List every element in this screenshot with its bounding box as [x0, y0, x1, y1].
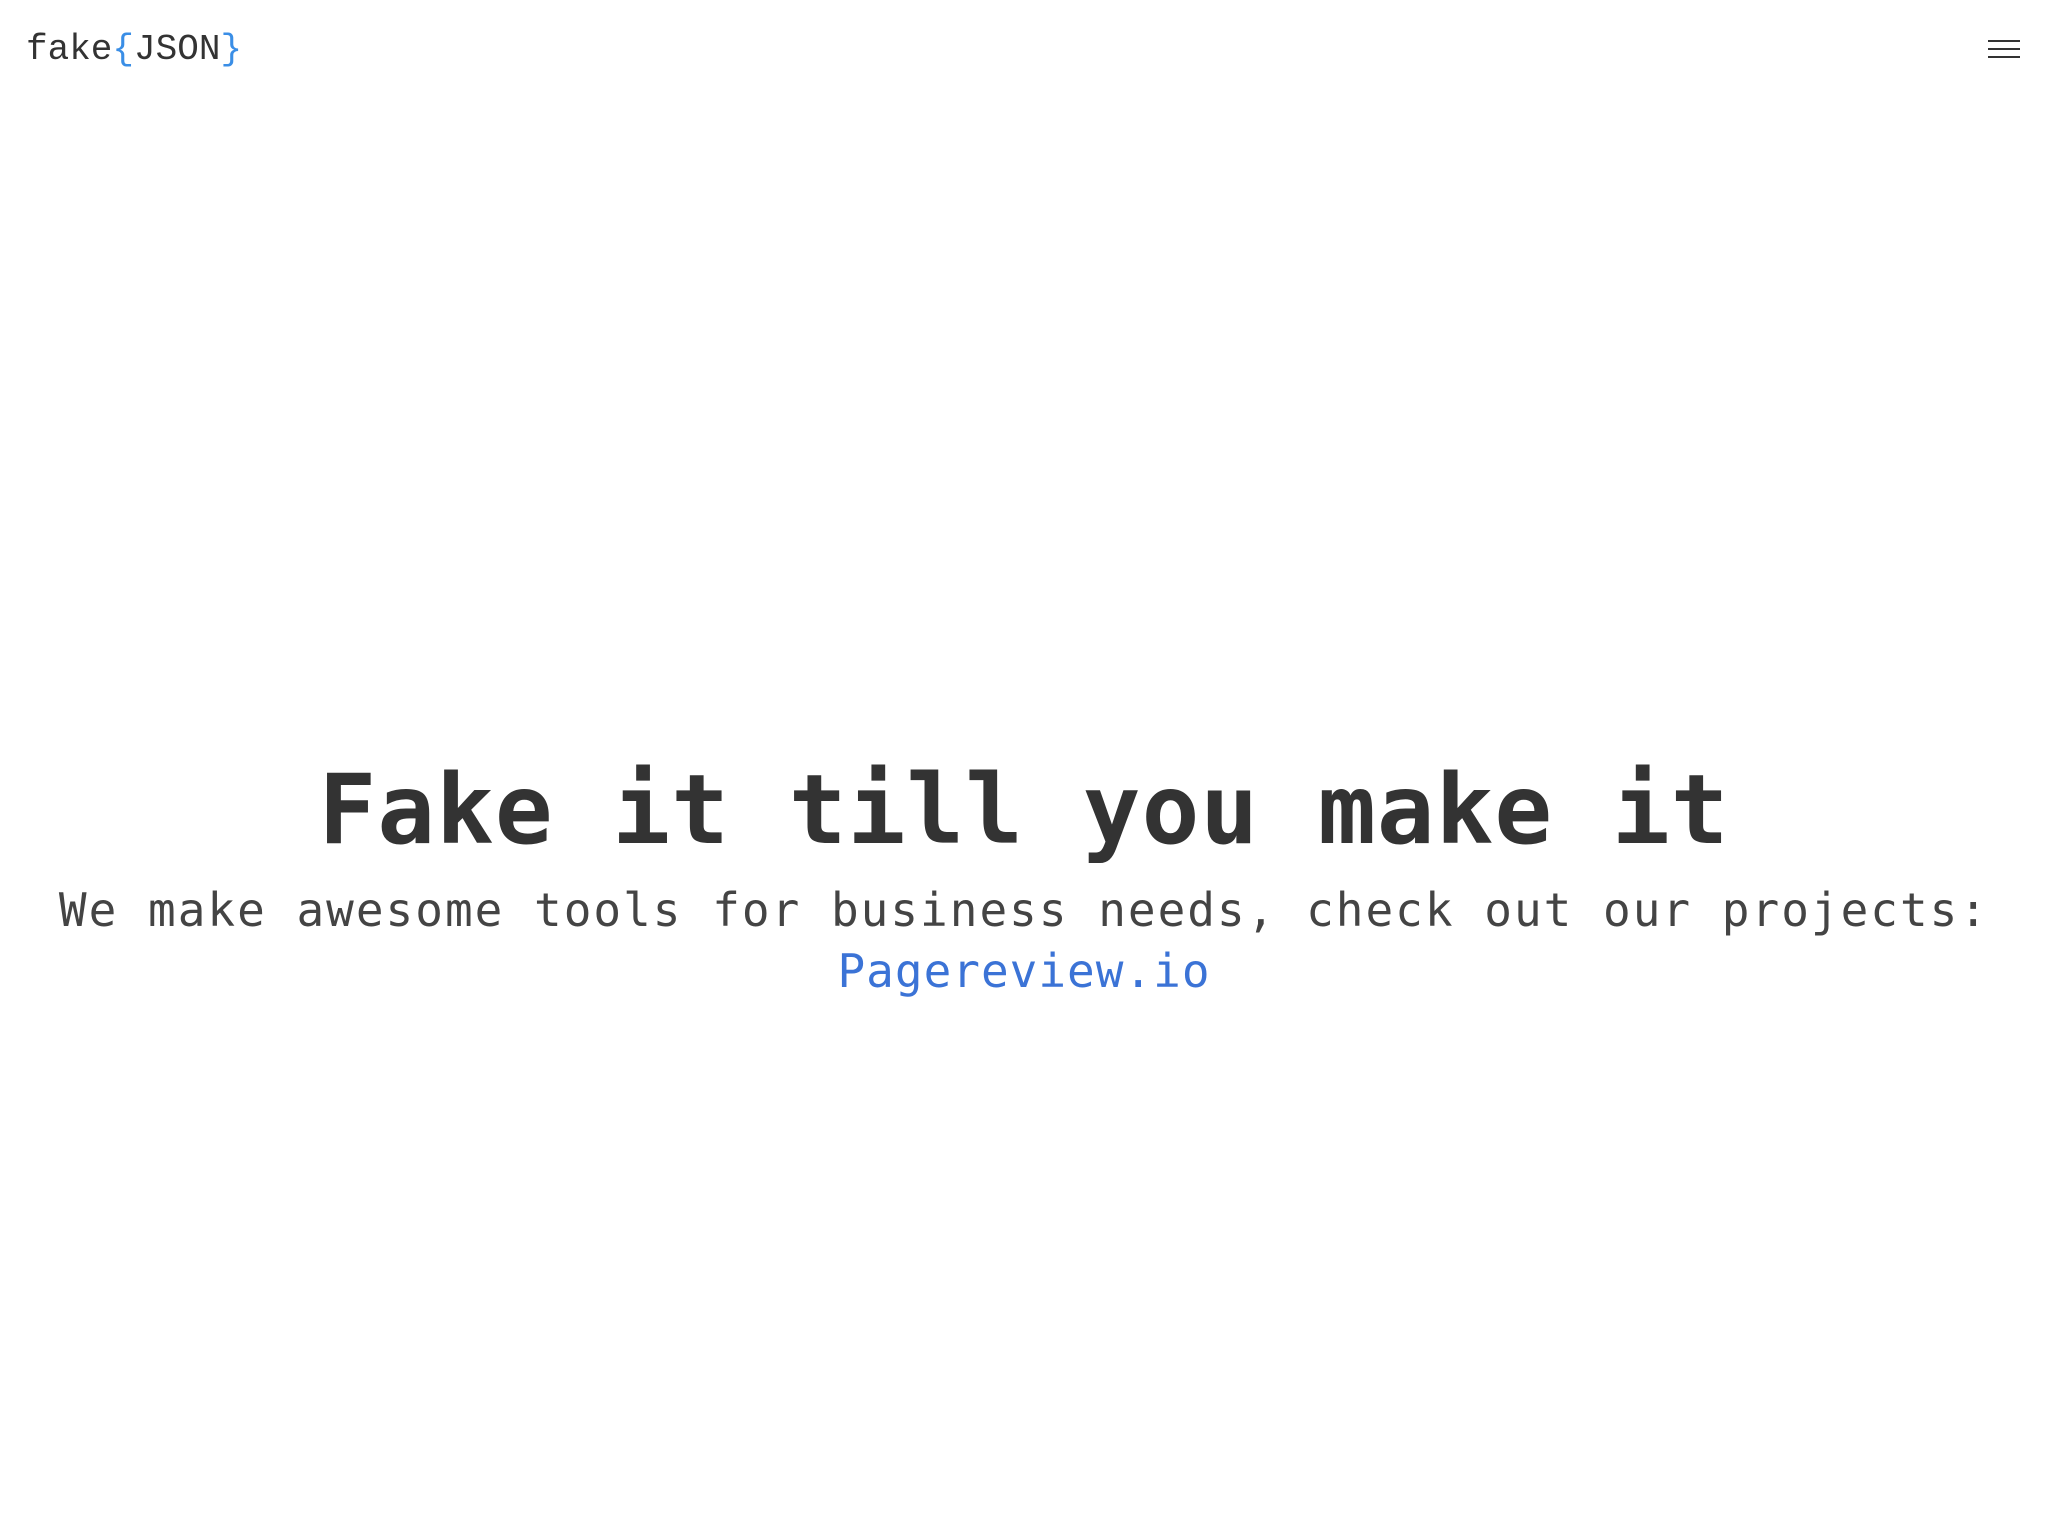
hero-section: Fake it till you make it We make awesome… [0, 740, 2048, 1002]
site-logo[interactable]: fake{JSON} [26, 26, 242, 74]
hero-subtitle: We make awesome tools for business needs… [58, 883, 1990, 937]
menu-icon-bar-middle [1988, 48, 2020, 50]
hero-title: Fake it till you make it [318, 754, 1730, 866]
logo-name: JSON [134, 29, 221, 70]
menu-icon-bar-top [1988, 40, 2020, 42]
menu-button[interactable] [1986, 34, 2022, 64]
site-header: fake{JSON} [0, 0, 2048, 104]
menu-icon-bar-bottom [1988, 56, 2020, 58]
pagereview-link[interactable]: Pagereview.io [837, 940, 1210, 1002]
logo-prefix: fake [26, 29, 113, 70]
logo-close-brace: } [220, 29, 243, 70]
logo-open-brace: { [112, 29, 135, 70]
